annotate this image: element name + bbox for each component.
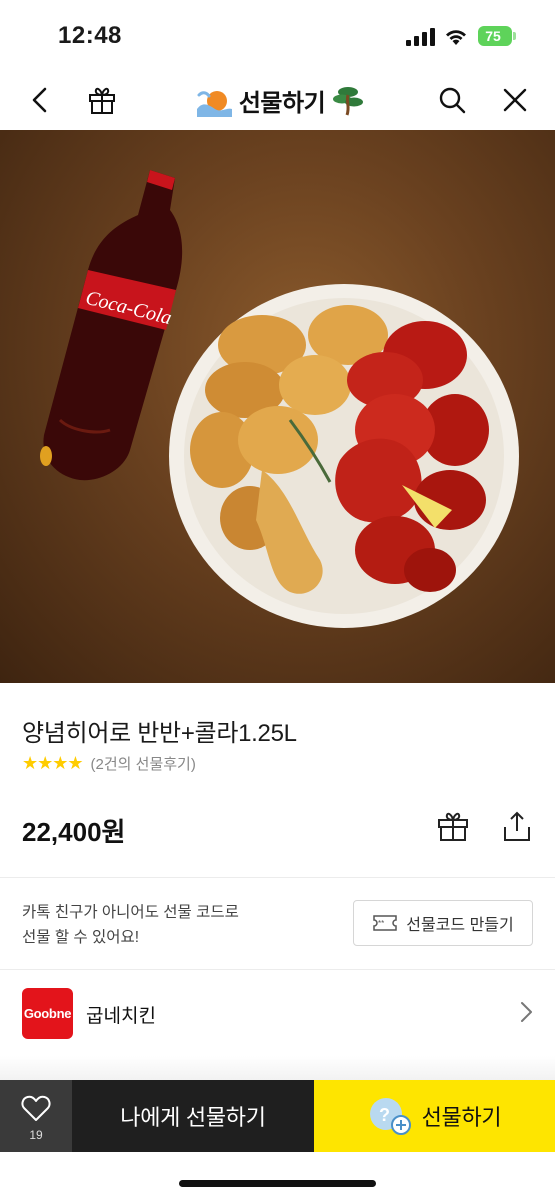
product-image: Coca-Cola bbox=[0, 130, 555, 683]
svg-text:**: ** bbox=[378, 919, 384, 928]
product-name: 양념히어로 반반+콜라1.25L bbox=[22, 720, 297, 747]
star-rating: ★★★★ bbox=[22, 753, 84, 773]
send-gift-label: 선물하기 bbox=[421, 1105, 502, 1130]
brand-logo: Goobne bbox=[22, 988, 73, 1039]
battery-icon: 75 bbox=[478, 26, 516, 46]
cellular-signal-icon bbox=[406, 28, 435, 46]
gift-code-info-line1: 카톡 친구가 아니어도 선물 코드로 bbox=[22, 904, 239, 921]
close-icon[interactable] bbox=[497, 82, 533, 118]
gift-to-self-label: 나에게 선물하기 bbox=[120, 1105, 266, 1130]
status-bar: 12:48 75 bbox=[0, 0, 555, 70]
search-icon[interactable] bbox=[434, 82, 470, 118]
rating-row[interactable]: ★★★★ (2건의 선물후기) bbox=[22, 753, 196, 774]
wifi-icon bbox=[446, 30, 466, 45]
pine-tree-icon bbox=[333, 87, 364, 116]
bottom-action-bar: 19 나에게 선물하기 ? 선물하기 bbox=[0, 1080, 555, 1152]
gift-code-info-line2: 선물 할 수 있어요! bbox=[22, 929, 140, 946]
cola-bottle-illustration: Coca-Cola bbox=[40, 170, 183, 481]
share-icon[interactable] bbox=[497, 806, 537, 846]
wish-gift-icon[interactable] bbox=[433, 806, 473, 846]
nav-title: 선물하기 bbox=[190, 80, 370, 120]
brand-name: 굽네치킨 bbox=[86, 1006, 156, 1027]
svg-text:?: ? bbox=[379, 1105, 390, 1125]
gift-to-self-button[interactable]: 나에게 선물하기 bbox=[72, 1080, 314, 1152]
heart-icon bbox=[21, 1095, 51, 1121]
create-gift-code-button[interactable]: ** 선물코드 만들기 bbox=[353, 900, 533, 946]
product-price: 22,400원 bbox=[22, 817, 126, 847]
nav-title-text: 선물하기 bbox=[238, 89, 326, 117]
home-indicator bbox=[179, 1180, 376, 1187]
nav-bar: 선물하기 bbox=[0, 70, 555, 130]
ticket-icon: ** bbox=[373, 915, 397, 931]
send-gift-button[interactable]: ? 선물하기 bbox=[314, 1080, 555, 1152]
divider bbox=[0, 877, 555, 878]
sunrise-logo-icon bbox=[196, 91, 232, 117]
like-button[interactable]: 19 bbox=[0, 1080, 72, 1152]
create-gift-code-label: 선물코드 만들기 bbox=[406, 917, 514, 934]
like-count: 19 bbox=[29, 1128, 43, 1142]
back-icon[interactable] bbox=[22, 82, 58, 118]
status-time: 12:48 bbox=[58, 22, 122, 49]
review-count[interactable]: (2건의 선물후기) bbox=[91, 753, 196, 774]
gift-code-info: 카톡 친구가 아니어도 선물 코드로 선물 할 수 있어요! bbox=[22, 900, 239, 950]
friend-gift-icon: ? bbox=[369, 1098, 411, 1135]
gift-icon[interactable] bbox=[84, 82, 120, 118]
brand-row[interactable]: Goobne 굽네치킨 bbox=[0, 970, 555, 1056]
chevron-right-icon bbox=[521, 1002, 532, 1022]
section-fade bbox=[0, 1056, 555, 1080]
battery-level: 75 bbox=[485, 28, 501, 44]
